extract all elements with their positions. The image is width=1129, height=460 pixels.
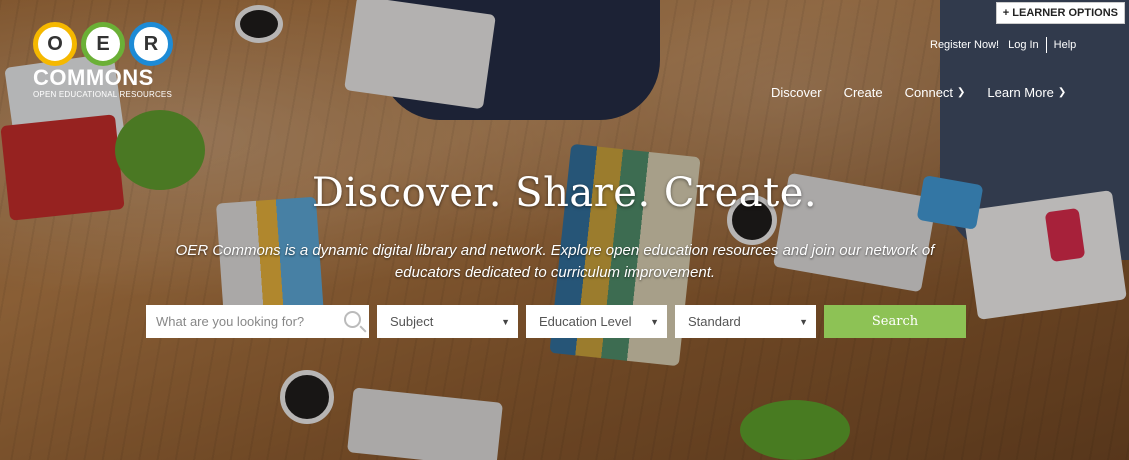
education-level-select[interactable]: Education Level ▼ [526,305,667,338]
logo-letter-o: O [33,22,77,66]
logo-letter-r: R [129,22,173,66]
chevron-down-icon: ❯ [957,87,966,98]
divider [1045,37,1047,53]
nav-create[interactable]: Create [844,85,883,100]
nav-connect-label: Connect [904,85,954,100]
standard-select[interactable]: Standard ▼ [675,305,816,338]
hero-subtext: OER Commons is a dynamic digital library… [175,242,935,281]
top-links: Register Now! Log In Help [930,37,1076,53]
dropdown-arrow-icon: ▼ [501,316,510,327]
subject-select[interactable]: Subject ▼ [377,305,518,338]
search-input[interactable]: What are you looking for? [146,305,369,338]
logo-wordmark: COMMONS [33,65,154,90]
search-placeholder: What are you looking for? [156,314,305,329]
search-bar: What are you looking for? Subject ▼ Educ… [146,305,966,338]
nav-discover-label: Discover [771,85,822,100]
nav-learn-more-label: Learn More [987,85,1054,100]
standard-select-value: Standard [688,314,741,329]
logo-circles: O E R [33,22,177,66]
nav-learn-more[interactable]: Learn More ❯ [987,85,1066,100]
register-link[interactable]: Register Now! [930,39,999,51]
help-link[interactable]: Help [1054,39,1077,51]
main-nav: Discover Create Connect ❯ Learn More ❯ [771,85,1088,100]
education-level-select-value: Education Level [539,314,632,329]
subject-select-value: Subject [390,314,434,329]
search-icon [344,311,361,328]
dropdown-arrow-icon: ▼ [799,316,808,327]
login-link[interactable]: Log In [1008,39,1039,51]
logo-letter-e: E [81,22,125,66]
search-button[interactable]: Search [824,305,966,338]
nav-connect[interactable]: Connect ❯ [905,85,966,100]
learner-options-button[interactable]: + LEARNER OPTIONS [995,2,1125,24]
nav-create-label: Create [843,85,883,100]
oer-commons-logo[interactable]: O E R COMMONS OPEN EDUCATIONAL RESOURCES [33,22,177,99]
nav-discover[interactable]: Discover [771,85,822,100]
hero-headline: Discover. Share. Create. [311,170,818,216]
dropdown-arrow-icon: ▼ [650,316,659,327]
hero-banner: + LEARNER OPTIONS Register Now! Log In H… [0,0,1129,460]
chevron-down-icon: ❯ [1057,87,1067,98]
logo-tagline: OPEN EDUCATIONAL RESOURCES [33,90,173,99]
